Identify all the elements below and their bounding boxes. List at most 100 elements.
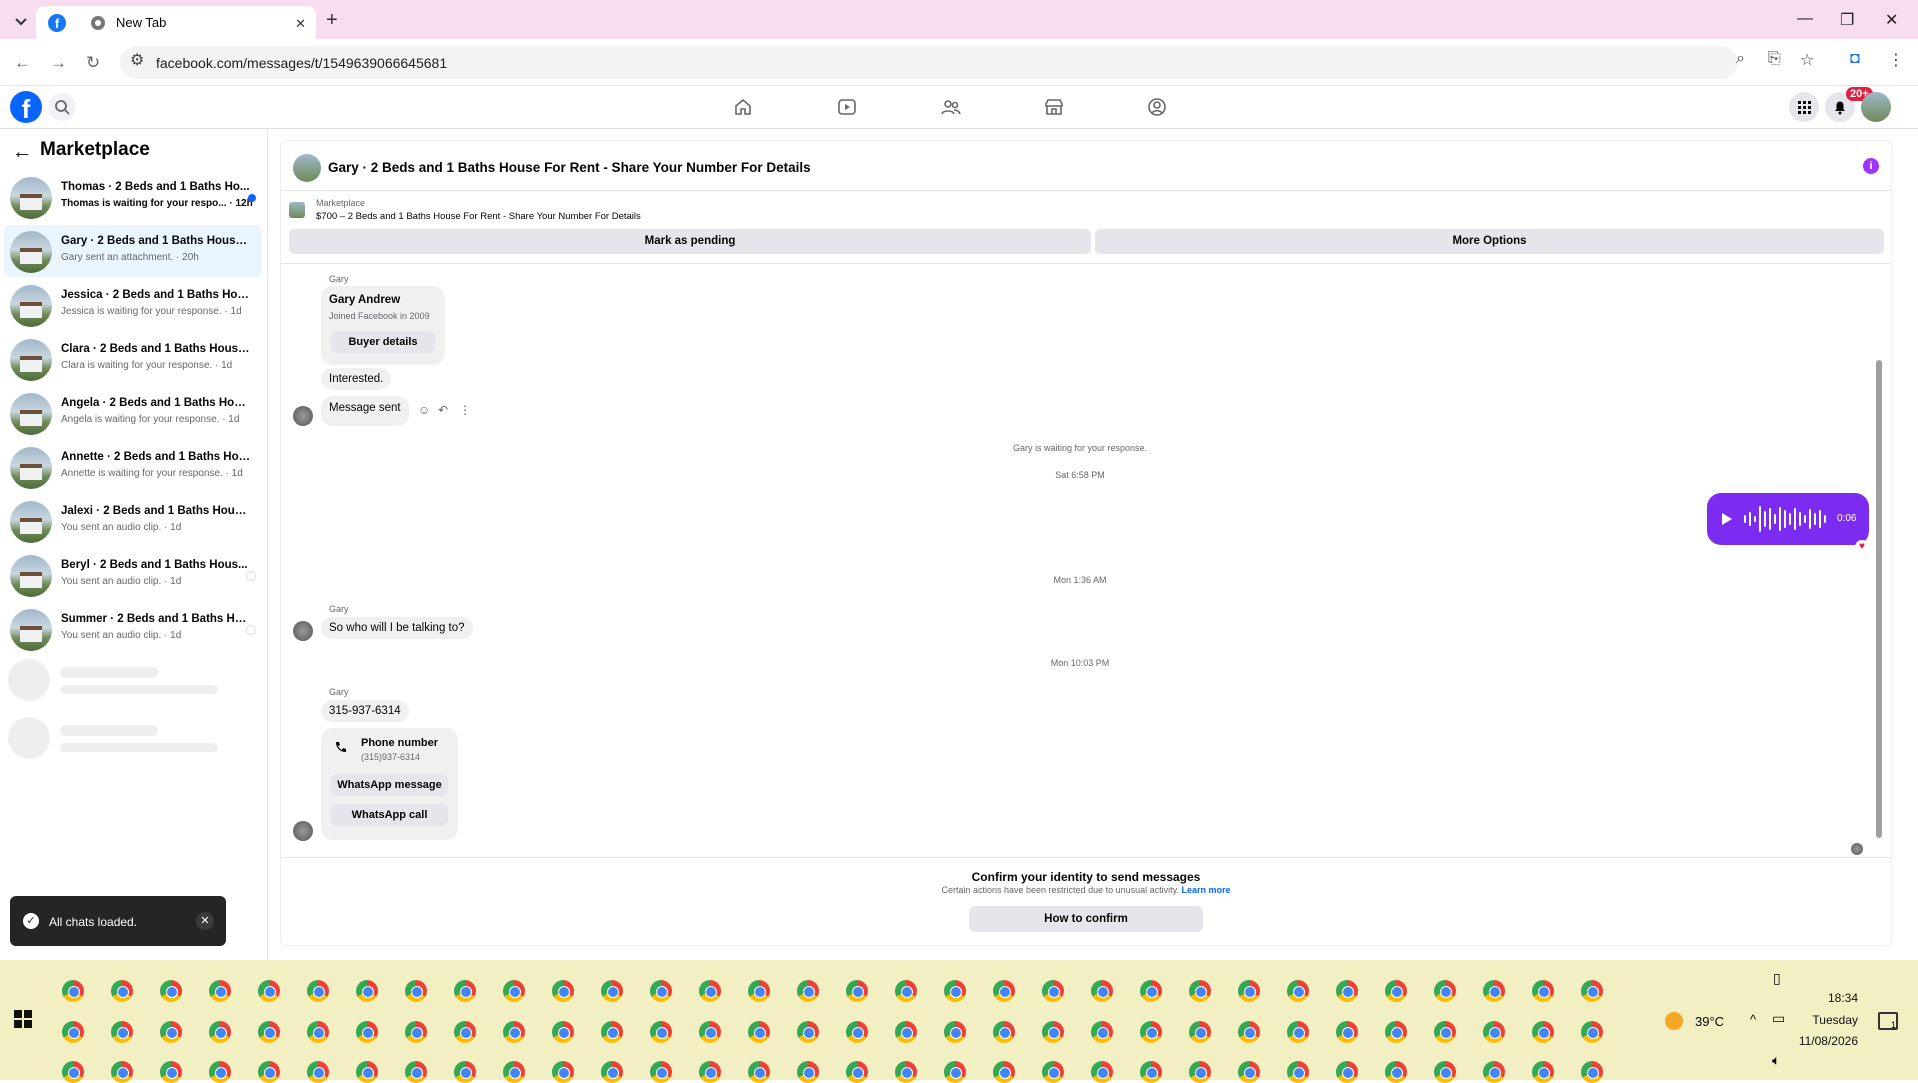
- chrome-taskbar-icon[interactable]: [650, 980, 672, 1002]
- chrome-taskbar-icon[interactable]: [650, 1021, 672, 1043]
- conversation-item[interactable]: Gary · 2 Beds and 1 Baths House F... Gary…: [4, 225, 262, 277]
- close-tab-icon[interactable]: ✕: [295, 16, 306, 32]
- chrome-taskbar-icon[interactable]: [1581, 1021, 1603, 1043]
- chrome-taskbar-icon[interactable]: [209, 980, 231, 1002]
- chrome-taskbar-icon[interactable]: [993, 980, 1015, 1002]
- react-icon[interactable]: ☺: [418, 403, 430, 417]
- chat-title[interactable]: Gary · 2 Beds and 1 Baths House For Rent…: [328, 160, 811, 175]
- facebook-logo-icon[interactable]: f: [10, 91, 42, 124]
- facebook-search-button[interactable]: [48, 93, 76, 121]
- chrome-taskbar-icon[interactable]: [503, 980, 525, 1002]
- chrome-taskbar-icon[interactable]: [1238, 980, 1260, 1002]
- menu-grid-button[interactable]: [1789, 92, 1819, 122]
- chrome-taskbar-icon[interactable]: [111, 980, 133, 1002]
- clock-day[interactable]: Tuesday: [1812, 1013, 1858, 1027]
- chrome-taskbar-icon[interactable]: [405, 980, 427, 1002]
- chrome-taskbar-icon[interactable]: [895, 980, 917, 1002]
- chrome-taskbar-icon[interactable]: [454, 980, 476, 1002]
- message-bubble[interactable]: Interested.: [321, 368, 392, 390]
- minimize-icon[interactable]: —: [1797, 10, 1813, 28]
- conversation-item[interactable]: Beryl · 2 Beds and 1 Baths Hous... You se…: [4, 549, 262, 601]
- marketplace-nav-icon[interactable]: [1043, 96, 1065, 118]
- chrome-taskbar-icon[interactable]: [944, 1021, 966, 1043]
- tab-new-tab[interactable]: New Tab ✕: [78, 6, 318, 39]
- back-arrow-icon[interactable]: ←: [14, 53, 31, 73]
- tab-search-chevron-icon[interactable]: [10, 10, 32, 32]
- home-nav-icon[interactable]: [732, 96, 754, 118]
- chrome-taskbar-icon[interactable]: [1042, 1021, 1064, 1043]
- chrome-taskbar-icon[interactable]: [1287, 1021, 1309, 1043]
- reply-icon[interactable]: ↶: [438, 403, 448, 417]
- chrome-taskbar-icon[interactable]: [1238, 1021, 1260, 1043]
- chrome-taskbar-icon[interactable]: [1385, 1021, 1407, 1043]
- conversation-item[interactable]: Clara · 2 Beds and 1 Baths House F... Cla…: [4, 333, 262, 385]
- conversation-item[interactable]: Annette · 2 Beds and 1 Baths Hous... Anne…: [4, 441, 262, 493]
- chrome-taskbar-icon[interactable]: [1042, 980, 1064, 1002]
- chrome-taskbar-icon[interactable]: [1532, 980, 1554, 1002]
- video-nav-icon[interactable]: [836, 96, 858, 118]
- whatsapp-call-button[interactable]: WhatsApp call: [331, 804, 448, 826]
- zoom-icon[interactable]: ⌕: [1736, 50, 1745, 68]
- chrome-taskbar-icon[interactable]: [552, 980, 574, 1002]
- chrome-taskbar-icon[interactable]: [601, 1021, 623, 1043]
- chrome-taskbar-icon[interactable]: [356, 980, 378, 1002]
- windows-start-icon[interactable]: [14, 1010, 32, 1028]
- chrome-taskbar-icon[interactable]: [1091, 1021, 1113, 1043]
- toast-close-icon[interactable]: ✕: [196, 912, 214, 930]
- message-bubble[interactable]: So who will I be talking to?: [321, 617, 473, 639]
- chrome-taskbar-icon[interactable]: [111, 1021, 133, 1043]
- chrome-taskbar-icon[interactable]: [1581, 980, 1603, 1002]
- chrome-taskbar-icon[interactable]: [405, 1021, 427, 1043]
- chrome-taskbar-icon[interactable]: [1434, 980, 1456, 1002]
- listing-thumbnail[interactable]: [289, 202, 305, 218]
- tray-chevron-icon[interactable]: ^: [1750, 1012, 1756, 1027]
- restore-icon[interactable]: ❐: [1840, 10, 1854, 30]
- message-bubble[interactable]: 315-937-6314: [321, 700, 409, 722]
- chrome-taskbar-icon[interactable]: [307, 1021, 329, 1043]
- chrome-taskbar-icon[interactable]: [1091, 980, 1113, 1002]
- audio-message[interactable]: 0:06: [1707, 493, 1869, 545]
- chrome-taskbar-icon[interactable]: [1532, 1021, 1554, 1043]
- conversation-item[interactable]: Summer · 2 Beds and 1 Baths Ho... You sen…: [4, 603, 262, 655]
- url-bar[interactable]: facebook.com/messages/t/1549639066645681: [120, 46, 1738, 79]
- bookmark-star-icon[interactable]: ☆: [1800, 50, 1814, 70]
- chrome-taskbar-icon[interactable]: [258, 1021, 280, 1043]
- chrome-taskbar-icon[interactable]: [160, 980, 182, 1002]
- chrome-taskbar-icon[interactable]: [699, 980, 721, 1002]
- listing-description[interactable]: $700 – 2 Beds and 1 Baths House For Rent…: [316, 211, 641, 222]
- chrome-taskbar-icon[interactable]: [699, 1021, 721, 1043]
- chrome-taskbar-icon[interactable]: [307, 980, 329, 1002]
- chrome-taskbar-icon[interactable]: [62, 980, 84, 1002]
- new-tab-plus-icon[interactable]: +: [326, 9, 338, 32]
- chrome-taskbar-icon[interactable]: [356, 1021, 378, 1043]
- learn-more-link[interactable]: Learn more: [1181, 885, 1230, 895]
- chat-scrollbar[interactable]: [1876, 360, 1882, 838]
- display-icon[interactable]: ▭: [1772, 1010, 1785, 1027]
- chrome-taskbar-icon[interactable]: [895, 1021, 917, 1043]
- chrome-taskbar-icon[interactable]: [1189, 980, 1211, 1002]
- reload-icon[interactable]: ↻: [86, 53, 100, 73]
- window-close-icon[interactable]: ✕: [1885, 10, 1898, 30]
- more-options-button[interactable]: More Options: [1095, 229, 1884, 254]
- extension-icon[interactable]: ◘: [1850, 50, 1860, 68]
- forward-arrow-icon[interactable]: →: [50, 53, 67, 73]
- profile-avatar[interactable]: [1861, 92, 1891, 122]
- chrome-taskbar-icon[interactable]: [1189, 1021, 1211, 1043]
- volume-icon[interactable]: 🔈︎: [1772, 1052, 1780, 1069]
- temperature[interactable]: 39°C: [1695, 1014, 1724, 1029]
- friends-nav-icon[interactable]: [940, 96, 962, 118]
- chrome-taskbar-icon[interactable]: [454, 1021, 476, 1043]
- chrome-taskbar-icon[interactable]: [1385, 980, 1407, 1002]
- site-settings-icon[interactable]: ⚙: [130, 50, 144, 70]
- chrome-taskbar-icon[interactable]: [1336, 980, 1358, 1002]
- chrome-taskbar-icon[interactable]: [797, 980, 819, 1002]
- chrome-taskbar-icon[interactable]: [552, 1021, 574, 1043]
- message-bubble[interactable]: Message sent: [321, 396, 409, 426]
- chrome-taskbar-icon[interactable]: [601, 980, 623, 1002]
- chrome-taskbar-icon[interactable]: [503, 1021, 525, 1043]
- chrome-taskbar-icon[interactable]: [846, 980, 868, 1002]
- chrome-taskbar-icon[interactable]: [209, 1021, 231, 1043]
- sender-avatar[interactable]: [293, 821, 313, 841]
- chrome-taskbar-icon[interactable]: [1483, 980, 1505, 1002]
- chrome-taskbar-icon[interactable]: [1140, 980, 1162, 1002]
